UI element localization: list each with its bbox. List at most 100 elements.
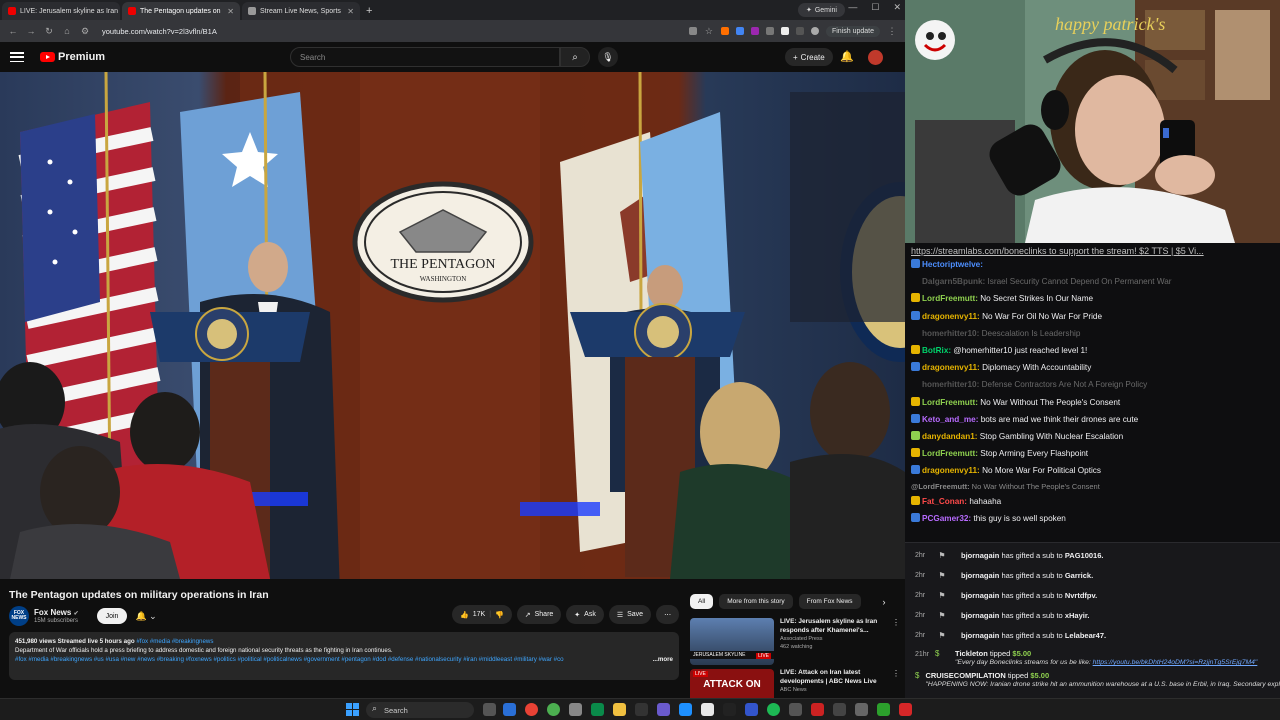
windows-start-icon[interactable] <box>346 703 359 716</box>
avatar[interactable] <box>868 50 883 65</box>
show-more-link[interactable]: ...more <box>653 655 673 664</box>
app-icon[interactable] <box>855 703 868 716</box>
chat-username[interactable]: dragonenvy11: <box>922 363 980 372</box>
app-icon[interactable] <box>723 703 736 716</box>
chat-username[interactable]: Fat_Conan: <box>922 497 967 506</box>
forward-icon[interactable]: → <box>26 26 36 36</box>
extension-icon[interactable] <box>780 27 789 35</box>
browser-tab[interactable]: LIVE: Jerusalem skyline as Iran ✕ <box>2 2 120 20</box>
app-icon[interactable] <box>635 703 648 716</box>
app-icon[interactable] <box>591 703 604 716</box>
close-tab-icon[interactable]: ✕ <box>347 7 354 16</box>
close-window-icon[interactable]: ✕ <box>893 2 901 13</box>
hashtags[interactable]: #fox #media #breakingnews #us #usa #new … <box>15 656 564 663</box>
chat-username[interactable]: Dalgarn5Bpunk: <box>922 277 985 286</box>
share-button[interactable]: ↗ Share <box>516 605 562 624</box>
extension-icon[interactable] <box>735 27 744 35</box>
search-button[interactable]: ⌕ <box>560 47 590 67</box>
taskbar-search[interactable]: Search <box>366 702 474 718</box>
chrome-icon[interactable] <box>525 703 538 716</box>
file-explorer-icon[interactable] <box>613 703 626 716</box>
event-user[interactable]: bjornagain <box>961 611 999 620</box>
chip-from-channel[interactable]: From Fox News <box>798 594 861 609</box>
chat-username[interactable]: dragonenvy11: <box>922 312 980 321</box>
save-button[interactable]: ☰ Save <box>608 605 652 624</box>
gemini-button[interactable]: ✦ Gemini <box>797 3 845 17</box>
recommendation-item[interactable]: ATTACK ON LIVE LIVE: Attack on Iran late… <box>690 669 900 698</box>
app-icon[interactable] <box>547 703 560 716</box>
app-icon[interactable] <box>833 703 846 716</box>
bookmark-star-icon[interactable]: ☆ <box>704 26 714 37</box>
chat-username[interactable]: Keto_and_me: <box>922 415 978 424</box>
create-button[interactable]: + Create <box>785 48 833 66</box>
youtube-logo[interactable]: Premium <box>40 51 105 63</box>
app-icon[interactable] <box>899 703 912 716</box>
hamburger-menu-icon[interactable] <box>10 52 24 62</box>
new-tab-button[interactable]: + <box>366 2 372 20</box>
event-user[interactable]: bjornagain <box>961 571 999 580</box>
maximize-icon[interactable]: ☐ <box>871 2 879 13</box>
chat-username[interactable]: LordFreemutt: <box>922 449 978 458</box>
extension-icon[interactable] <box>765 27 774 35</box>
chat-username[interactable]: dragonenvy11: <box>922 466 980 475</box>
event-user[interactable]: bjornagain <box>961 551 999 560</box>
profile-icon[interactable] <box>810 27 819 35</box>
spotify-icon[interactable] <box>767 703 780 716</box>
chat-username[interactable]: PCGamer32: <box>922 514 971 523</box>
app-icon[interactable] <box>745 703 758 716</box>
chat-username[interactable]: danydandan1: <box>922 432 978 441</box>
chip-more-from-story[interactable]: More from this story <box>719 594 793 609</box>
video-thumbnail[interactable]: JERUSALEM SKYLINE LIVE <box>690 618 774 665</box>
chevron-right-icon[interactable]: › <box>883 597 886 607</box>
recommendation-title[interactable]: LIVE: Attack on Iran latest developments… <box>780 669 886 686</box>
extension-icon[interactable] <box>720 27 729 35</box>
close-tab-icon[interactable]: ✕ <box>227 7 234 16</box>
join-button[interactable]: Join <box>96 608 128 624</box>
finish-update-button[interactable]: Finish update <box>825 25 880 37</box>
chat-username[interactable]: @LordFreemutt: <box>911 482 970 491</box>
event-user[interactable]: bjornagain <box>961 591 999 600</box>
search-input[interactable]: Search <box>290 47 560 67</box>
app-icon[interactable] <box>811 703 824 716</box>
video-thumbnail[interactable]: ATTACK ON LIVE <box>690 669 774 698</box>
more-vertical-icon[interactable]: ⋮ <box>892 669 900 698</box>
site-info-icon[interactable]: ⚙ <box>80 26 90 37</box>
ask-button[interactable]: ✦ Ask <box>566 605 604 624</box>
reload-icon[interactable]: ↻ <box>44 26 54 37</box>
app-icon[interactable] <box>877 703 890 716</box>
minimize-icon[interactable]: — <box>848 2 857 13</box>
chat-username[interactable]: Hectoriptwelve: <box>922 260 983 269</box>
recommendation-item[interactable]: JERUSALEM SKYLINE LIVE LIVE: Jerusalem s… <box>690 618 900 665</box>
task-view-icon[interactable] <box>483 703 496 716</box>
more-options-icon[interactable]: ⋮ <box>887 26 897 37</box>
hashtags-top[interactable]: #fox #media #breakingnews <box>136 638 213 645</box>
recommendation-title[interactable]: LIVE: Jerusalem skyline as Iran responds… <box>780 618 886 635</box>
back-icon[interactable]: ← <box>8 26 18 36</box>
app-icon[interactable] <box>569 703 582 716</box>
extensions-puzzle-icon[interactable] <box>795 27 804 35</box>
channel-avatar[interactable]: FOX NEWS <box>9 606 29 626</box>
chat-username[interactable]: homerhitter10: <box>922 380 979 389</box>
app-icon[interactable] <box>657 703 670 716</box>
chat-pinned-link[interactable]: https://streamlabs.com/boneclinks to sup… <box>911 246 1274 256</box>
chat-username[interactable]: LordFreemutt: <box>922 398 978 407</box>
tip-user[interactable]: Tickleton <box>955 649 988 658</box>
description-box[interactable]: 451,980 views Streamed live 5 hours ago … <box>9 632 679 680</box>
tip-user[interactable]: CRUISECOMPILATION <box>925 671 1005 680</box>
subscription-bell-icon[interactable]: 🔔 ⌄ <box>135 611 156 622</box>
chip-all[interactable]: All <box>690 594 714 609</box>
browser-tab-active[interactable]: The Pentagon updates on ✕ <box>122 2 240 20</box>
chat-username[interactable]: BotRix: <box>922 346 951 355</box>
home-icon[interactable]: ⌂ <box>62 26 72 36</box>
chat-username[interactable]: LordFreemutt: <box>922 294 978 303</box>
app-icon[interactable] <box>701 703 714 716</box>
notifications-bell-icon[interactable]: 🔔 <box>840 50 854 63</box>
video-player[interactable]: THE PENTAGON WASHINGTON <box>0 72 905 579</box>
chat-username[interactable]: homerhitter10: <box>922 329 979 338</box>
app-icon[interactable] <box>679 703 692 716</box>
voice-search-button[interactable]: 🎙 <box>598 47 618 67</box>
thumbs-down-icon[interactable]: 👎 <box>495 611 504 619</box>
extension-icon[interactable] <box>688 27 697 35</box>
browser-tab[interactable]: Stream Live News, Sports ✕ <box>242 2 360 20</box>
edge-icon[interactable] <box>503 703 516 716</box>
